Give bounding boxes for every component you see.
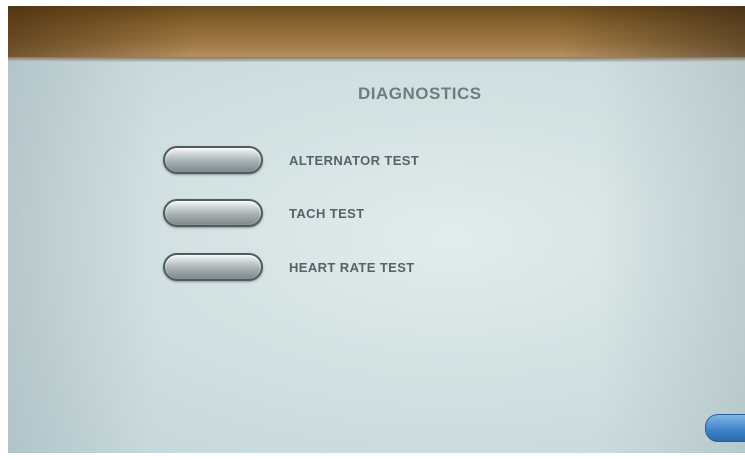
alternator-test-label: ALTERNATOR TEST [289, 152, 420, 168]
photo-border-left [0, 0, 8, 460]
test-row-tach: TACH TEST [163, 196, 365, 230]
corner-navigation-button[interactable] [705, 414, 745, 442]
test-row-heart-rate: HEART RATE TEST [163, 250, 415, 284]
tach-test-button[interactable] [163, 199, 263, 227]
device-bezel-shading [8, 6, 745, 60]
heart-rate-test-label: HEART RATE TEST [289, 259, 415, 275]
diagnostics-screen: DIAGNOSTICS ALTERNATOR TEST TACH TEST HE… [8, 62, 745, 453]
photo-frame: DIAGNOSTICS ALTERNATOR TEST TACH TEST HE… [0, 0, 745, 460]
heart-rate-test-button[interactable] [163, 253, 263, 281]
page-title: DIAGNOSTICS [358, 84, 482, 103]
photo-border-bottom [0, 453, 745, 460]
alternator-test-button[interactable] [163, 146, 263, 174]
tach-test-label: TACH TEST [289, 205, 365, 221]
test-row-alternator: ALTERNATOR TEST [163, 143, 419, 177]
